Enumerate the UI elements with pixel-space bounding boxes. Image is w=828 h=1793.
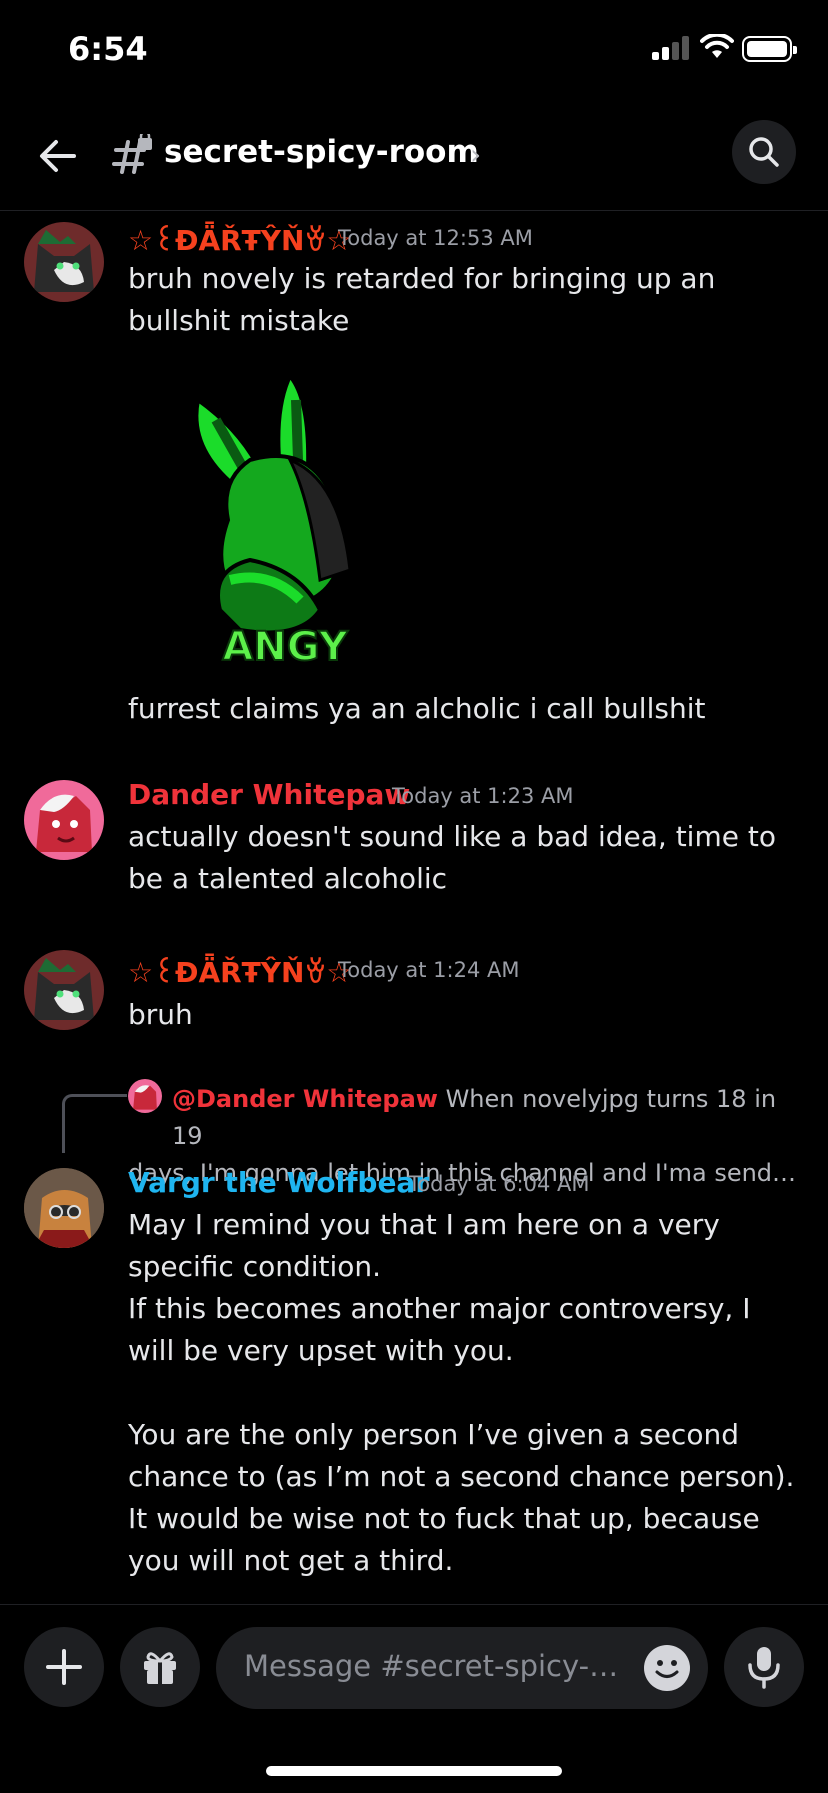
message-text: bruh xyxy=(128,998,193,1031)
red-wolf-avatar-icon xyxy=(133,1085,157,1110)
plus-icon xyxy=(46,1649,82,1685)
message-timestamp: Today at 1:24 AM xyxy=(338,958,520,982)
message-text: bruh novely is retarded for bringing up … xyxy=(128,262,716,337)
add-attachment-button[interactable] xyxy=(24,1627,104,1707)
chevron-right-icon[interactable]: › xyxy=(470,138,481,171)
battery-icon xyxy=(742,36,797,62)
message-composer: Message #secret-spicy-room xyxy=(0,1604,828,1793)
back-button[interactable] xyxy=(34,132,82,180)
cellular-signal-icon xyxy=(652,36,690,60)
gift-icon xyxy=(144,1652,176,1684)
message-author[interactable]: ☆꒰ĐǞŘŦŶŇꈊ☆ xyxy=(128,952,351,989)
message-text: furrest claims ya an alcholic i call bul… xyxy=(128,692,706,725)
message-input-placeholder: Message #secret-spicy-room xyxy=(244,1649,624,1683)
voice-message-button[interactable] xyxy=(724,1627,804,1707)
status-time: 6:54 xyxy=(68,30,148,68)
reply-author: @Dander Whitepaw xyxy=(172,1085,438,1113)
avatar[interactable] xyxy=(24,1168,104,1248)
message-text: actually doesn't sound like a bad idea, … xyxy=(128,820,776,895)
smiley-icon xyxy=(655,1660,679,1678)
wolf-avatar-icon xyxy=(34,958,94,1020)
message-paragraph: You are the only person I’ve given a sec… xyxy=(128,1418,795,1577)
message-paragraph: May I remind you that I am here on a ver… xyxy=(128,1208,720,1283)
microphone-icon xyxy=(748,1647,780,1689)
message-author[interactable]: Vargr the Wolfbear xyxy=(128,1166,429,1199)
message-text: May I remind you that I am here on a ver… xyxy=(128,1204,804,1582)
wolf-avatar-icon xyxy=(34,230,94,292)
home-indicator[interactable] xyxy=(266,1766,562,1776)
channel-header: secret-spicy-room › xyxy=(0,110,828,211)
search-icon xyxy=(749,137,779,167)
status-bar: 6:54 xyxy=(0,0,828,100)
channel-name[interactable]: secret-spicy-room xyxy=(164,134,479,170)
reply-connector xyxy=(62,1094,127,1153)
search-button[interactable] xyxy=(732,120,796,184)
red-wolf-avatar-icon xyxy=(36,794,92,852)
sticker-label: ANGY xyxy=(222,624,348,670)
avatar[interactable] xyxy=(24,780,104,860)
emoji-button[interactable] xyxy=(644,1645,690,1691)
message-timestamp: Today at 12:53 AM xyxy=(338,226,533,250)
locked-channel-hash-icon xyxy=(112,134,152,174)
message-timestamp: Today at 1:23 AM xyxy=(392,784,574,808)
dog-avatar-icon xyxy=(24,1168,104,1248)
avatar[interactable] xyxy=(24,950,104,1030)
reply-avatar[interactable] xyxy=(128,1079,162,1113)
message-input[interactable]: Message #secret-spicy-room xyxy=(216,1627,708,1709)
message-timestamp: Today at 6:04 AM xyxy=(408,1172,590,1196)
message-author[interactable]: Dander Whitepaw xyxy=(128,778,410,811)
avatar[interactable] xyxy=(24,222,104,302)
back-arrow-icon xyxy=(40,140,76,172)
angy-sticker[interactable]: ANGY xyxy=(180,370,390,670)
message-author[interactable]: ☆꒰ĐǞŘŦŶŇꈊ☆ xyxy=(128,220,351,257)
wifi-icon xyxy=(700,34,734,58)
gift-button[interactable] xyxy=(120,1627,200,1707)
message-paragraph: If this becomes another major controvers… xyxy=(128,1292,751,1367)
